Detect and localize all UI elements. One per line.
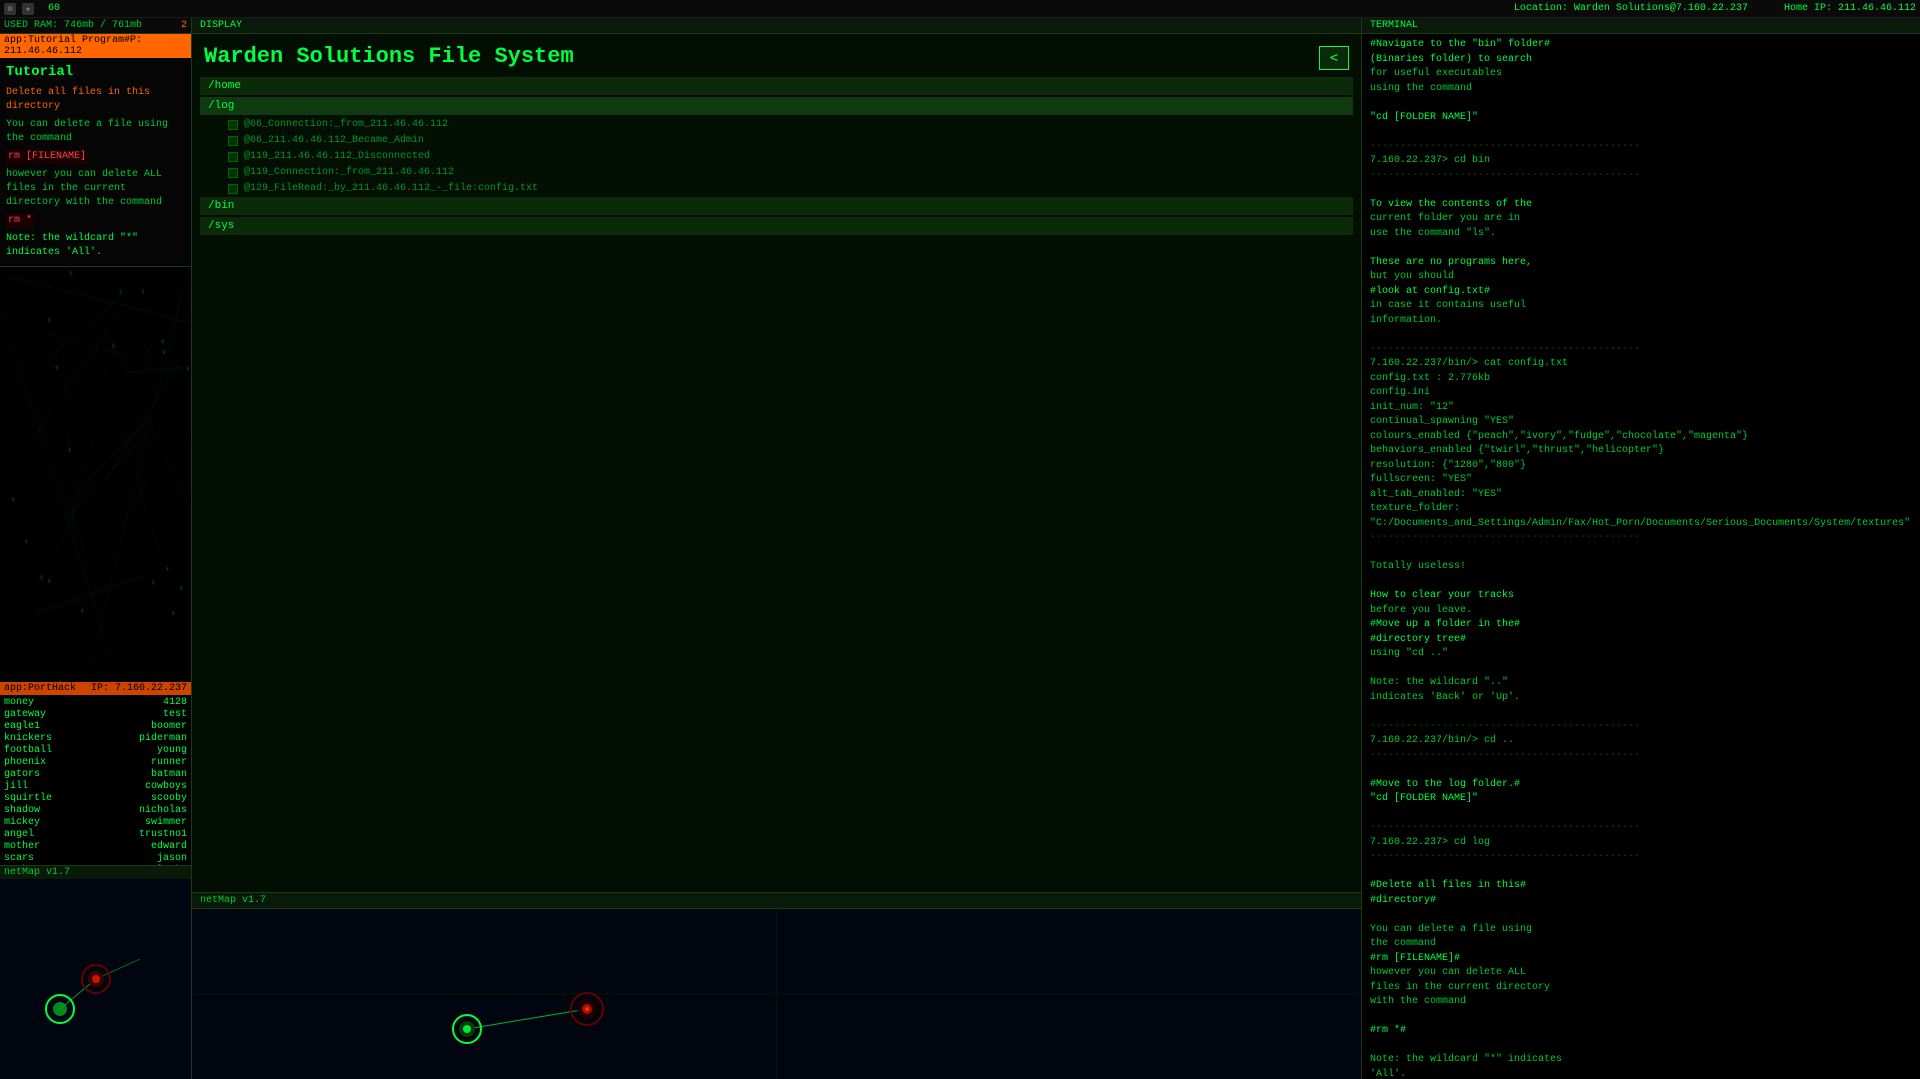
right-panel: TERMINAL #Navigate to the "bin" folder# …: [1362, 18, 1920, 1079]
gear-icon[interactable]: ⚙: [4, 3, 16, 15]
middle-panel: DISPLAY Warden Solutions File System < /…: [192, 18, 1362, 1079]
log-file-1[interactable]: @66_Connection:_from_211.46.46.112: [200, 117, 1353, 132]
log-file-4[interactable]: @119_Connection:_from_211.46.46.112: [200, 165, 1353, 180]
file-icon: [228, 136, 238, 146]
folder-bin[interactable]: /bin: [200, 197, 1353, 215]
tutorial-panel: Tutorial Delete all files in this direct…: [0, 58, 191, 267]
log-file-5[interactable]: @129_FileRead:_by_211.46.46.112_-_file:c…: [200, 181, 1353, 196]
display-netmap-area: [192, 909, 1361, 1079]
main-layout: USED RAM: 746mb / 761mb 2 app:Tutorial P…: [0, 18, 1920, 1079]
password-list: money gateway eagle1 knickers football p…: [0, 695, 191, 865]
display-netmap: netMap v1.7: [192, 892, 1361, 1079]
top-bar-icons: ⚙ ★: [4, 3, 34, 15]
file-icon: [228, 184, 238, 194]
fs-header-row: Warden Solutions File System <: [192, 34, 1361, 77]
app-porthack-bar[interactable]: app:PortHack IP: 7.160.22.237: [0, 682, 191, 695]
tutorial-title: Tutorial: [6, 64, 185, 80]
left-netmap-bar: netMap v1.7: [0, 865, 191, 879]
pw-col-right: 4128 test boomer piderman young runner b…: [98, 697, 188, 863]
back-button[interactable]: <: [1319, 46, 1349, 70]
tutorial-cmd-display: rm [FILENAME]: [6, 150, 185, 164]
left-netmap-area: [0, 879, 191, 1079]
display-header: DISPLAY: [192, 18, 1361, 34]
file-icon: [228, 120, 238, 130]
fs-title: Warden Solutions File System: [192, 34, 1361, 77]
top-bar: ⚙ ★ 60 Location: Warden Solutions@7.160.…: [0, 0, 1920, 18]
folder-home[interactable]: /home: [200, 77, 1353, 95]
tutorial-body1: You can delete a file using the command: [6, 118, 185, 146]
pw-col-left: money gateway eagle1 knickers football p…: [4, 697, 94, 863]
ram-bar: USED RAM: 746mb / 761mb 2: [0, 18, 191, 34]
folder-sys[interactable]: /sys: [200, 217, 1353, 235]
log-file-3[interactable]: @119_211.46.46.112_Disconnected: [200, 149, 1353, 164]
folder-log[interactable]: /log: [200, 97, 1353, 115]
file-icon: [228, 152, 238, 162]
tutorial-highlight: Delete all files in this directory: [6, 86, 185, 114]
terminal-header: TERMINAL: [1362, 18, 1920, 34]
top-bar-counter: 60: [48, 3, 60, 14]
app-tutorial-bar[interactable]: app:Tutorial Program#P: 211.46.46.112: [0, 34, 191, 58]
tutorial-note: Note: the wildcard "*" indicates 'All'.: [6, 232, 185, 260]
terminal-content[interactable]: #Navigate to the "bin" folder# (Binaries…: [1362, 34, 1920, 1079]
log-file-2[interactable]: @66_211.46.46.112_Became_Admin: [200, 133, 1353, 148]
left-panel: USED RAM: 746mb / 761mb 2 app:Tutorial P…: [0, 18, 192, 1079]
file-list: /home /log @66_Connection:_from_211.46.4…: [192, 77, 1361, 892]
display-netmap-label: netMap v1.7: [192, 893, 1361, 909]
top-bar-location: Location: Warden Solutions@7.160.22.237 …: [1514, 3, 1916, 14]
network-viz: [0, 267, 191, 682]
file-icon: [228, 168, 238, 178]
tutorial-body2: however you can delete ALL files in the …: [6, 168, 185, 210]
star-icon[interactable]: ★: [22, 3, 34, 15]
tutorial-cmd2-display: rm *: [6, 214, 185, 228]
